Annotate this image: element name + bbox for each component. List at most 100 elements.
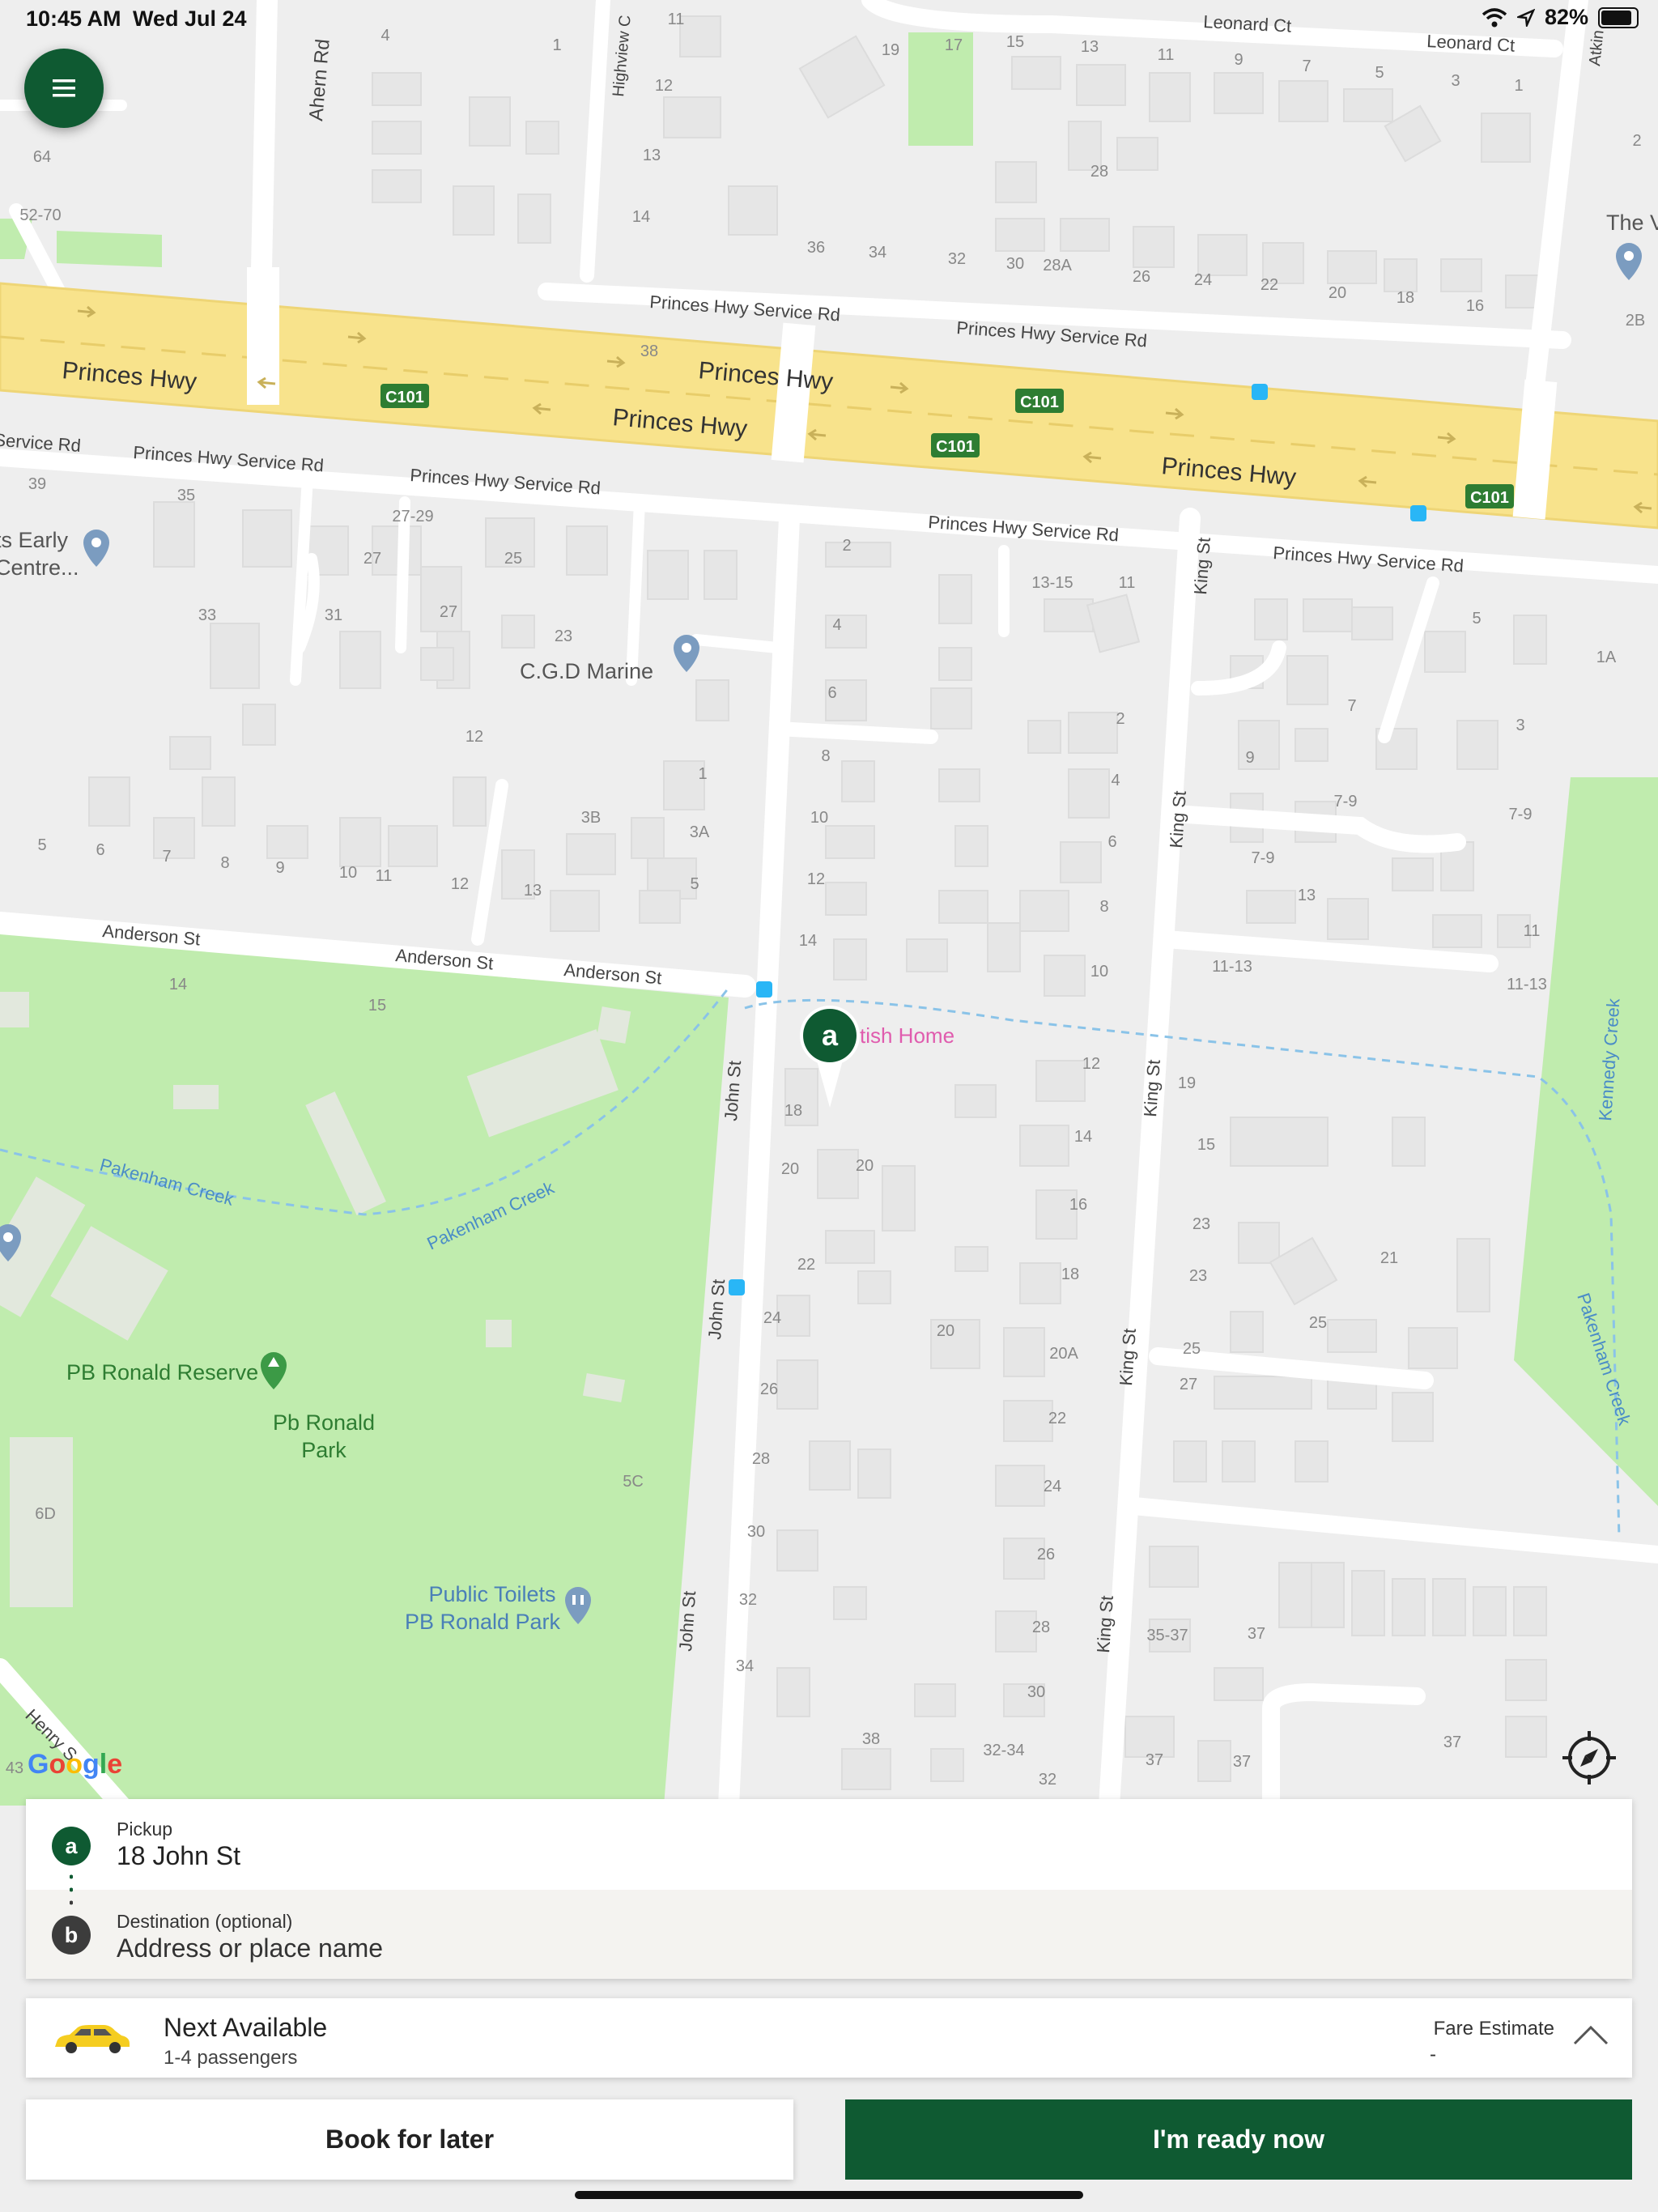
- house-number: 11-13: [1212, 958, 1252, 976]
- route-badge-label: C101: [936, 438, 975, 456]
- house-number: 35: [177, 487, 195, 504]
- house-number: 11-13: [1507, 976, 1547, 993]
- house-number: 32: [948, 250, 966, 268]
- house-number: 1: [1514, 77, 1523, 95]
- taxi-icon: [55, 2025, 130, 2053]
- house-number: 5: [1375, 64, 1384, 82]
- place-label: Centre...: [0, 555, 79, 580]
- place-label: Pb Ronald: [273, 1410, 375, 1435]
- house-number: 20: [1329, 284, 1346, 302]
- street-label: John St: [721, 1060, 745, 1121]
- house-number: 26: [1133, 268, 1150, 286]
- house-number: 14: [632, 208, 650, 226]
- route-connector: [70, 1874, 73, 1905]
- service-name: Next Available: [164, 2013, 328, 2042]
- bus-stop-icon[interactable]: [729, 1279, 745, 1295]
- status-time: 10:45 AM: [26, 6, 121, 31]
- house-number: 38: [862, 1730, 880, 1748]
- google-logo: Google: [28, 1749, 122, 1780]
- house-number: 2: [1116, 710, 1124, 728]
- destination-row[interactable]: b Destination (optional) Address or plac…: [26, 1890, 1632, 1979]
- house-number: 15: [368, 997, 386, 1015]
- pickup-marker: a: [52, 1827, 91, 1865]
- destination-input[interactable]: Address or place name: [117, 1933, 383, 1963]
- menu-button[interactable]: [24, 49, 104, 128]
- pickup-row[interactable]: a Pickup 18 John St: [26, 1799, 1632, 1890]
- pickup-map-pin[interactable]: a: [798, 1004, 861, 1109]
- house-number: 20: [856, 1157, 874, 1175]
- house-number: 30: [747, 1523, 765, 1541]
- house-number: 27: [363, 550, 381, 568]
- house-number: 7: [162, 848, 171, 866]
- house-number: 27-29: [392, 508, 433, 525]
- house-number: 12: [655, 77, 673, 95]
- house-number: 39: [28, 475, 46, 493]
- house-number: 38: [640, 342, 658, 360]
- house-number: 34: [736, 1657, 754, 1675]
- place-label: C.G.D Marine: [520, 659, 653, 683]
- house-number: 22: [1261, 276, 1278, 294]
- street-label: King St: [1093, 1595, 1117, 1654]
- house-number: 6D: [35, 1505, 56, 1523]
- house-number: 5: [1472, 610, 1481, 627]
- house-number: 32: [1039, 1771, 1056, 1789]
- house-number: 28: [1090, 163, 1108, 181]
- address-card: a Pickup 18 John St b Destination (optio…: [26, 1799, 1632, 1979]
- battery-icon: [1598, 6, 1639, 28]
- house-number: 1A: [1596, 649, 1617, 666]
- house-number: 24: [1044, 1478, 1061, 1495]
- house-number: 20A: [1049, 1345, 1078, 1363]
- home-indicator[interactable]: [575, 2191, 1083, 2199]
- house-number: 36: [807, 239, 825, 257]
- chevron-up-icon[interactable]: [1572, 2023, 1609, 2047]
- house-number: 6: [96, 841, 104, 859]
- place-label: The V: [1606, 211, 1658, 235]
- house-number: 52-70: [19, 206, 61, 224]
- house-number: 12: [451, 875, 469, 893]
- place-label: PB Ronald Park: [405, 1610, 561, 1634]
- house-number: 18: [1397, 289, 1414, 307]
- service-passengers: 1-4 passengers: [164, 2047, 298, 2069]
- house-number: 37: [1146, 1751, 1163, 1769]
- house-number: 13: [524, 882, 542, 900]
- house-number: 22: [1048, 1410, 1066, 1427]
- service-card[interactable]: Next Available 1-4 passengers Fare Estim…: [26, 1998, 1632, 2078]
- house-number: 11: [1119, 574, 1136, 592]
- street-label: King St: [1190, 537, 1214, 596]
- pickup-value: 18 John St: [117, 1841, 240, 1870]
- bus-stop-icon[interactable]: [1410, 505, 1426, 521]
- house-number: 18: [1061, 1266, 1079, 1283]
- house-number: 4: [832, 616, 841, 634]
- house-number: 3B: [581, 809, 601, 827]
- route-badge-label: C101: [1470, 489, 1509, 507]
- house-number: 32-34: [983, 1742, 1024, 1759]
- house-number: 26: [1037, 1546, 1055, 1563]
- bus-stop-icon[interactable]: [1252, 384, 1268, 400]
- locate-me-button[interactable]: [1561, 1729, 1618, 1786]
- house-number: 7: [1347, 697, 1356, 715]
- status-date: Wed Jul 24: [133, 6, 247, 31]
- house-number: 30: [1006, 255, 1024, 273]
- house-number: 10: [1090, 963, 1108, 981]
- location-arrow-icon: [1516, 8, 1535, 27]
- house-number: 4: [1111, 772, 1120, 789]
- house-number: 2B: [1626, 312, 1645, 330]
- street-label: King St: [1166, 790, 1190, 849]
- street-label: John St: [675, 1590, 699, 1652]
- house-number: 24: [763, 1309, 781, 1327]
- place-label: PB Ronald Reserve: [66, 1360, 258, 1385]
- destination-marker: b: [52, 1916, 91, 1955]
- house-number: 23: [1192, 1215, 1210, 1233]
- house-number: 33: [198, 606, 216, 624]
- bus-stop-icon[interactable]: [756, 981, 772, 998]
- street-label: King St: [1116, 1328, 1140, 1387]
- house-number: 14: [799, 932, 817, 950]
- house-number: 5: [690, 875, 699, 893]
- house-number: 7: [1302, 57, 1311, 75]
- book-for-later-button[interactable]: Book for later: [26, 2099, 793, 2180]
- status-right: 82%: [1482, 5, 1639, 30]
- place-label: Park: [301, 1438, 346, 1462]
- street-label: John St: [704, 1278, 729, 1340]
- house-number: 16: [1466, 297, 1484, 315]
- ready-now-button[interactable]: I'm ready now: [845, 2099, 1632, 2180]
